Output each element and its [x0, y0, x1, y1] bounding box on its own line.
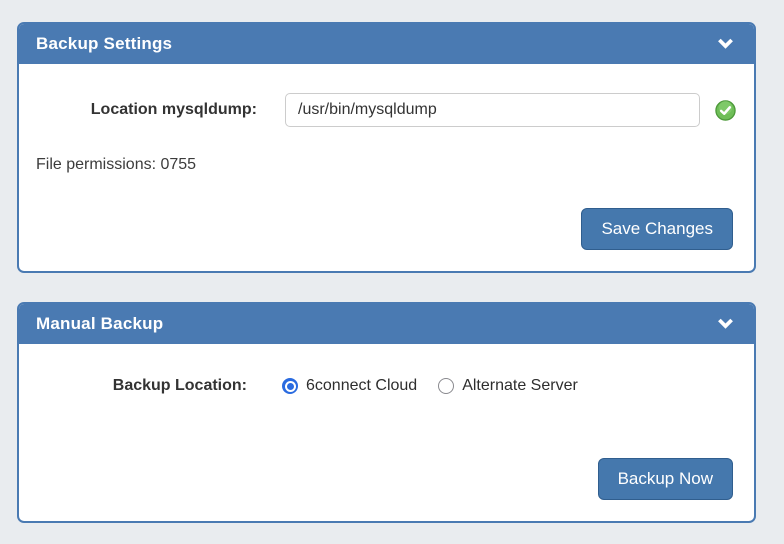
save-changes-button[interactable]: Save Changes — [581, 208, 733, 250]
location-mysqldump-row: Location mysqldump: — [19, 93, 736, 127]
file-permissions-text: File permissions: 0755 — [36, 156, 196, 174]
backup-settings-body: Location mysqldump: File permissions: 07… — [19, 64, 754, 271]
backup-location-label: Backup Location: — [19, 377, 247, 395]
manual-backup-panel: Manual Backup Backup Location: 6connect … — [17, 302, 756, 523]
backup-location-row: Backup Location: 6connect Cloud Alternat… — [19, 377, 578, 395]
backup-now-button[interactable]: Backup Now — [598, 458, 733, 500]
chevron-down-icon[interactable] — [717, 37, 734, 51]
radio-label: 6connect Cloud — [306, 377, 417, 395]
radio-option-6connect-cloud[interactable]: 6connect Cloud — [282, 377, 417, 395]
radio-selected-icon[interactable] — [282, 378, 298, 394]
page: Backup Settings Location mysqldump: — [0, 0, 784, 544]
backup-location-radio-group: 6connect Cloud Alternate Server — [282, 377, 578, 395]
manual-backup-header[interactable]: Manual Backup — [19, 304, 754, 344]
radio-unselected-icon[interactable] — [438, 378, 454, 394]
panel-title: Backup Settings — [36, 34, 172, 54]
panel-title: Manual Backup — [36, 314, 163, 334]
manual-backup-body: Backup Location: 6connect Cloud Alternat… — [19, 344, 754, 521]
radio-option-alternate-server[interactable]: Alternate Server — [438, 377, 578, 395]
radio-label: Alternate Server — [462, 377, 578, 395]
check-circle-icon — [715, 100, 736, 121]
location-mysqldump-input[interactable] — [285, 93, 700, 127]
backup-settings-panel: Backup Settings Location mysqldump: — [17, 22, 756, 273]
chevron-down-icon[interactable] — [717, 317, 734, 331]
location-mysqldump-label: Location mysqldump: — [19, 101, 257, 119]
backup-settings-header[interactable]: Backup Settings — [19, 24, 754, 64]
